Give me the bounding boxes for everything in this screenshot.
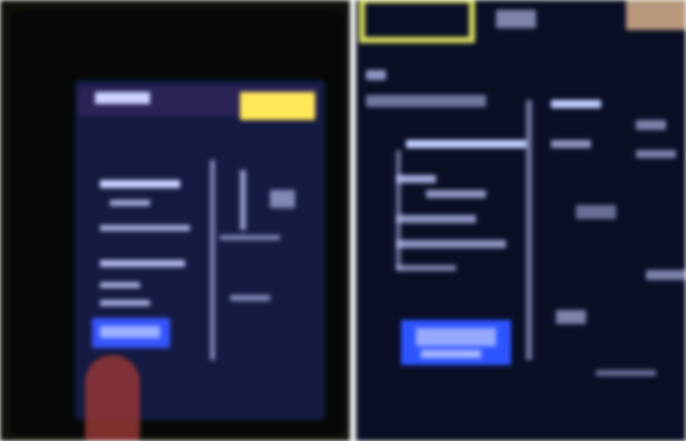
screen-content <box>78 86 318 360</box>
photo-right <box>356 0 686 441</box>
photo-left <box>0 0 350 441</box>
closeup-content <box>359 0 686 376</box>
